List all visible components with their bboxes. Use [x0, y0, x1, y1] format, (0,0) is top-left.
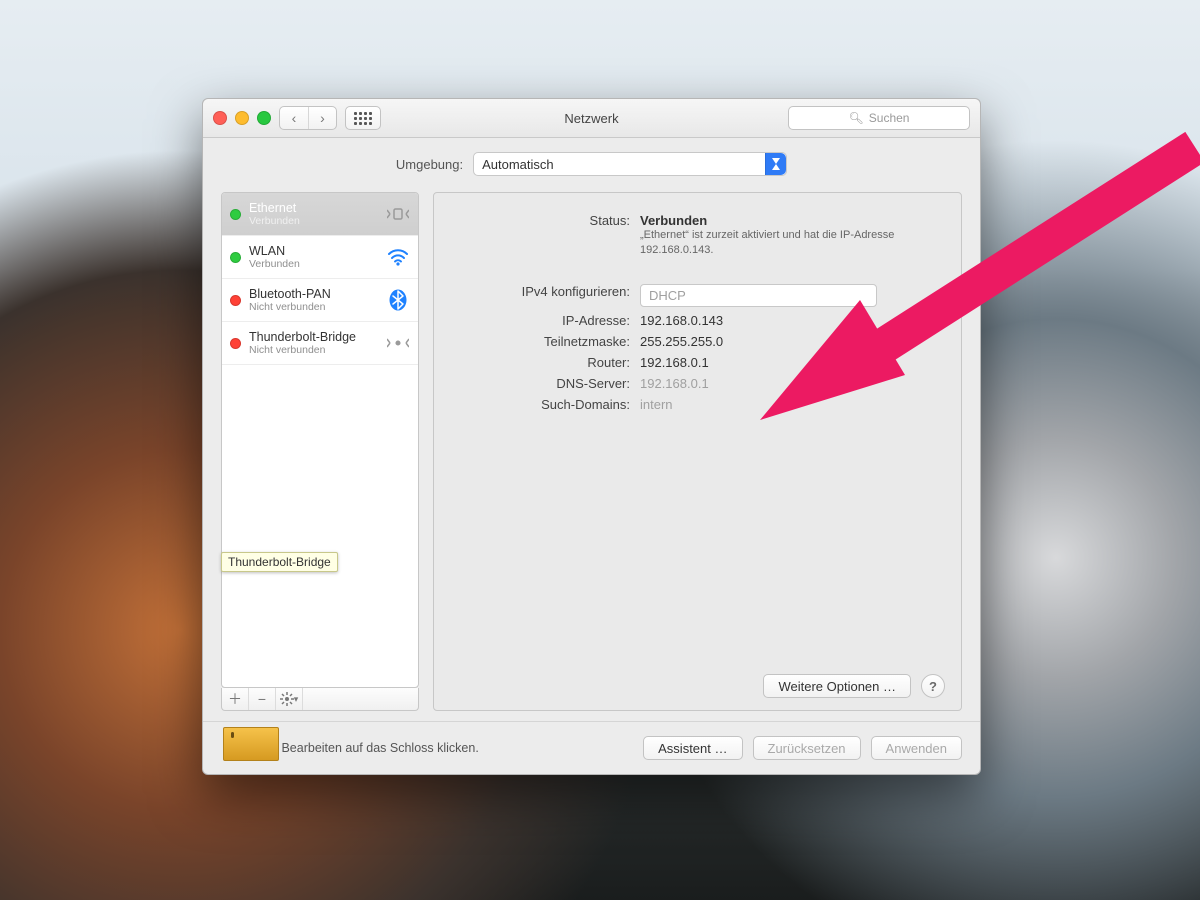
network-preferences-window: ‹ › Netzwerk 🔍︎ Suchen Umgebung: Automat… — [202, 98, 981, 775]
apply-button[interactable]: Anwenden — [871, 736, 962, 760]
nav-back-forward[interactable]: ‹ › — [279, 106, 337, 130]
service-name: WLAN — [249, 244, 378, 258]
location-label: Umgebung: — [396, 157, 463, 172]
service-status: Verbunden — [249, 258, 378, 270]
location-value: Automatisch — [482, 157, 554, 172]
advanced-button[interactable]: Weitere Optionen … — [763, 674, 911, 698]
ip-address-value: 192.168.0.143 — [640, 313, 945, 328]
service-name: Thunderbolt-Bridge — [249, 330, 378, 344]
dns-label: DNS-Server: — [450, 376, 640, 391]
thunderbolt-icon — [386, 335, 410, 351]
status-dot-icon — [230, 338, 241, 349]
service-status: Nicht verbunden — [249, 344, 378, 356]
bluetooth-icon — [386, 289, 410, 311]
ip-address-label: IP-Adresse: — [450, 313, 640, 328]
search-placeholder: Suchen — [869, 111, 910, 125]
zoom-button[interactable] — [257, 111, 271, 125]
status-value: Verbunden — [640, 213, 707, 228]
service-item-thunderbolt-bridge[interactable]: Thunderbolt-Bridge Nicht verbunden — [222, 322, 418, 365]
service-detail-panel: Status: Verbunden „Ethernet“ ist zurzeit… — [433, 192, 962, 711]
nav-forward-button[interactable]: › — [308, 107, 336, 129]
search-input[interactable]: 🔍︎ Suchen — [788, 106, 970, 130]
service-item-bluetooth-pan[interactable]: Bluetooth-PAN Nicht verbunden — [222, 279, 418, 322]
select-stepper-icon — [765, 153, 786, 175]
close-button[interactable] — [213, 111, 227, 125]
status-dot-icon — [230, 295, 241, 306]
service-status: Nicht verbunden — [249, 301, 378, 313]
service-actions-button[interactable]: ▾ — [276, 688, 303, 710]
search-domains-label: Such-Domains: — [450, 397, 640, 412]
add-service-button[interactable]: ＋ — [222, 688, 249, 710]
revert-button[interactable]: Zurücksetzen — [753, 736, 861, 760]
status-note: „Ethernet“ ist zurzeit aktiviert und hat… — [640, 228, 930, 258]
minimize-button[interactable] — [235, 111, 249, 125]
ipv4-config-select[interactable]: DHCP — [640, 284, 877, 307]
ethernet-icon — [386, 206, 410, 222]
service-item-ethernet[interactable]: Ethernet Verbunden — [222, 193, 418, 236]
tooltip: Thunderbolt-Bridge — [221, 552, 338, 572]
gear-icon — [280, 692, 294, 706]
router-value: 192.168.0.1 — [640, 355, 945, 370]
service-list-footer: ＋ − ▾ — [221, 688, 419, 711]
help-button[interactable]: ? — [921, 674, 945, 698]
wifi-icon — [386, 248, 410, 266]
lock-button[interactable] — [221, 735, 243, 761]
ipv4-config-value: DHCP — [649, 288, 686, 303]
service-name: Bluetooth-PAN — [249, 287, 378, 301]
location-select[interactable]: Automatisch — [473, 152, 787, 176]
window-titlebar: ‹ › Netzwerk 🔍︎ Suchen — [203, 99, 980, 138]
nav-back-button[interactable]: ‹ — [280, 107, 308, 129]
search-icon: 🔍︎ — [849, 111, 864, 125]
router-label: Router: — [450, 355, 640, 370]
status-dot-icon — [230, 209, 241, 220]
show-all-button[interactable] — [345, 106, 381, 130]
service-name: Ethernet — [249, 201, 378, 215]
remove-service-button[interactable]: − — [249, 688, 276, 710]
dns-value: 192.168.0.1 — [640, 376, 945, 391]
window-body: Ethernet Verbunden WLAN Verbunden — [203, 184, 980, 721]
traffic-lights — [213, 111, 271, 125]
grid-icon — [354, 112, 372, 125]
location-row: Umgebung: Automatisch — [203, 138, 980, 184]
ipv4-config-label: IPv4 konfigurieren: — [450, 284, 640, 299]
lock-hint: Zum Bearbeiten auf das Schloss klicken. — [253, 741, 479, 755]
status-label: Status: — [450, 213, 640, 228]
status-dot-icon — [230, 252, 241, 263]
service-status: Verbunden — [249, 215, 378, 227]
service-list: Ethernet Verbunden WLAN Verbunden — [221, 192, 419, 688]
subnet-value: 255.255.255.0 — [640, 334, 945, 349]
service-item-wlan[interactable]: WLAN Verbunden — [222, 236, 418, 279]
service-list-sidebar: Ethernet Verbunden WLAN Verbunden — [221, 192, 419, 711]
search-domains-value: intern — [640, 397, 945, 412]
subnet-label: Teilnetzmaske: — [450, 334, 640, 349]
lock-body-icon — [223, 727, 279, 761]
window-footer: Zum Bearbeiten auf das Schloss klicken. … — [203, 721, 980, 774]
assistant-button[interactable]: Assistent … — [643, 736, 742, 760]
